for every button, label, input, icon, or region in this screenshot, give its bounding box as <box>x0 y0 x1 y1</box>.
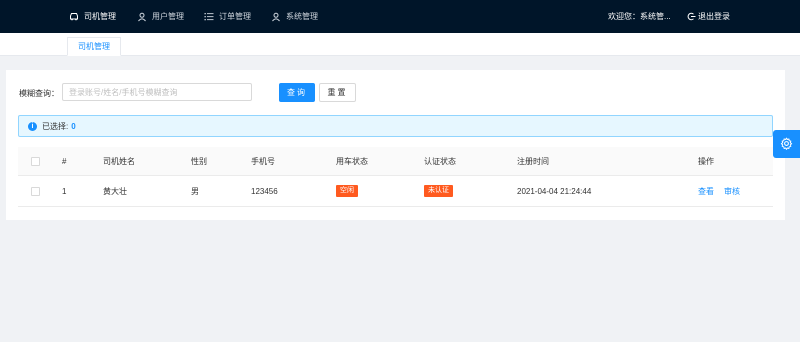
cell-phone: 123456 <box>251 186 278 196</box>
nav-label: 订单管理 <box>219 12 251 21</box>
select-all-checkbox[interactable] <box>31 156 40 166</box>
table-header: # 司机姓名 性别 手机号 用车状态 认证状态 注册时间 操作 <box>18 147 773 176</box>
header-actions: 操作 <box>698 156 714 166</box>
row-checkbox[interactable] <box>31 186 40 196</box>
tab-bar: 司机管理 <box>0 33 800 56</box>
logout-label: 退出登录 <box>698 12 730 21</box>
table-row: 1 黄大壮 男 123456 空闲 未认证 2021-04-04 21:24:4… <box>18 176 773 207</box>
selection-alert: i 已选择: 0 <box>18 115 773 137</box>
nav-order-management[interactable]: 订单管理 <box>204 0 251 33</box>
cell-gender: 男 <box>191 186 199 196</box>
cell-actions: 查看 审核 <box>698 176 750 206</box>
nav-user-management[interactable]: 用户管理 <box>137 0 184 33</box>
selection-count: 0 <box>71 121 76 131</box>
car-icon <box>69 12 79 22</box>
row-select-cell[interactable] <box>31 176 40 206</box>
user-icon <box>137 12 147 22</box>
logout-icon <box>687 12 696 21</box>
view-link[interactable]: 查看 <box>698 186 714 197</box>
gear-icon <box>780 137 793 152</box>
cell-index: 1 <box>62 186 67 196</box>
car-status-tag: 空闲 <box>336 185 358 197</box>
list-icon <box>204 12 214 22</box>
nav-label: 用户管理 <box>152 12 184 21</box>
select-all-cell[interactable] <box>31 147 40 175</box>
user-icon <box>271 12 281 22</box>
main-panel: 模糊查询： 查询 重置 i 已选择: 0 # 司机姓名 性别 手机号 用车状态 … <box>6 70 785 220</box>
query-button[interactable]: 查询 <box>279 83 315 102</box>
cell-auth-status: 未认证 <box>424 176 453 206</box>
cell-register-time: 2021-04-04 21:24:44 <box>517 186 592 196</box>
cell-car-status: 空闲 <box>336 176 358 206</box>
info-icon: i <box>28 121 37 131</box>
tab-driver-management[interactable]: 司机管理 <box>67 37 121 56</box>
audit-link[interactable]: 审核 <box>724 186 740 197</box>
header-name: 司机姓名 <box>103 156 135 166</box>
header-register-time: 注册时间 <box>517 156 549 166</box>
driver-table: # 司机姓名 性别 手机号 用车状态 认证状态 注册时间 操作 1 黄大壮 男 … <box>18 147 773 207</box>
search-input[interactable] <box>62 83 252 101</box>
cell-name: 黄大壮 <box>103 186 127 196</box>
nav-label: 司机管理 <box>84 12 116 21</box>
header-car-status: 用车状态 <box>336 156 368 166</box>
settings-button[interactable] <box>773 130 800 158</box>
nav-system-management[interactable]: 系统管理 <box>271 0 318 33</box>
nav-label: 系统管理 <box>286 12 318 21</box>
reset-button[interactable]: 重置 <box>319 83 356 102</box>
header-gender: 性别 <box>191 156 207 166</box>
selection-label: 已选择: <box>42 121 69 131</box>
header-phone: 手机号 <box>251 156 275 166</box>
header-auth-status: 认证状态 <box>424 156 456 166</box>
welcome-user[interactable]: 欢迎您：系统管... <box>608 0 671 33</box>
header-index: # <box>62 156 67 166</box>
search-label: 模糊查询： <box>19 89 59 98</box>
logout-button[interactable]: 退出登录 <box>687 0 730 33</box>
auth-status-tag: 未认证 <box>424 185 453 197</box>
top-navbar: 司机管理 用户管理 订单管理 系统管理 欢迎您：系统管... 退出登录 <box>0 0 800 33</box>
nav-driver-management[interactable]: 司机管理 <box>69 0 116 33</box>
